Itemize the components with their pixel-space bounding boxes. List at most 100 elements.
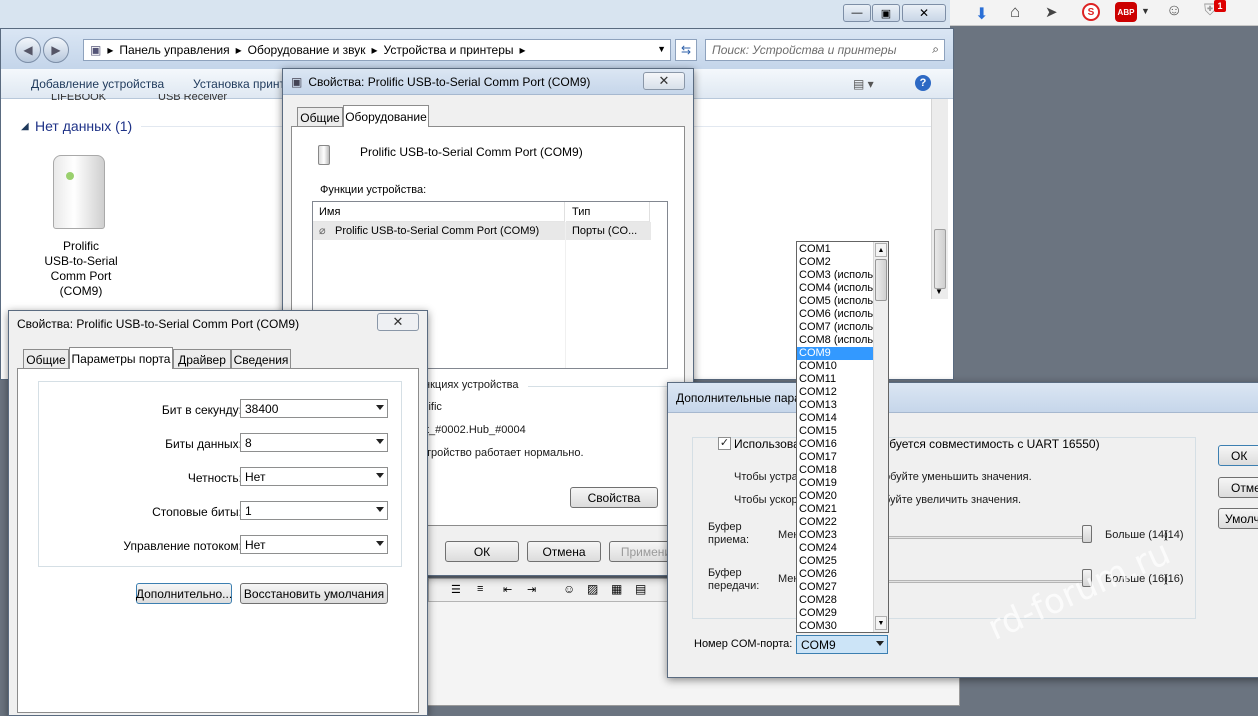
download-icon[interactable]: ⬇ [975,4,988,24]
com-port-option[interactable]: COM25 [797,555,873,568]
com-port-option[interactable]: COM18 [797,464,873,477]
gallery-icon[interactable]: ▦ [611,582,622,596]
cancel-button[interactable]: Отмена [527,541,601,562]
scroll-down-icon[interactable]: ▼ [935,287,943,296]
com-port-option[interactable]: COM16 [797,438,873,451]
fifo-checkbox[interactable]: ✓ [718,437,731,450]
dropdown-scrollbar[interactable]: ▲ ▼ [873,242,888,632]
help-icon[interactable]: ? [915,75,931,91]
com-port-option[interactable]: COM30 [797,620,873,632]
add-device-button[interactable]: Добавление устройства [31,77,164,91]
com-port-option[interactable]: COM3 (исполь [797,269,873,282]
com-port-option[interactable]: COM29 [797,607,873,620]
chevron-down-icon[interactable]: ▼ [1141,6,1150,16]
back-button[interactable]: ◀ [15,37,41,63]
list-number-icon[interactable]: ≡ [477,583,483,595]
com-port-option[interactable]: COM8 (исполь [797,334,873,347]
explorer-scrollbar[interactable]: ▼ [931,99,948,299]
home-icon[interactable]: ⌂ [1010,2,1020,22]
tab-details[interactable]: Сведения [231,349,291,369]
com-port-option[interactable]: COM9 [797,347,873,360]
com-port-option[interactable]: COM4 (исполь [797,282,873,295]
com-port-option[interactable]: COM24 [797,542,873,555]
com-port-option[interactable]: COM10 [797,360,873,373]
tab-general[interactable]: Общие [23,349,69,369]
scroll-down-icon[interactable]: ▼ [875,616,887,630]
refresh-button[interactable]: ⇆ [675,39,697,61]
slider-thumb[interactable] [1082,525,1092,543]
bits-per-second-select[interactable]: 38400 [240,399,388,418]
column-header-name[interactable]: Имя [313,202,565,222]
cancel-button[interactable]: Отме [1218,477,1258,498]
device-label[interactable]: Prolific USB-to-Serial Comm Port (COM9) [31,239,131,299]
com-port-option[interactable]: COM27 [797,581,873,594]
ok-button[interactable]: ОК [1218,445,1258,466]
table-icon[interactable]: ▤ [635,582,646,596]
tab-hardware[interactable]: Оборудование [343,105,429,127]
com-port-select[interactable]: COM9 [796,635,888,654]
com-port-option[interactable]: COM11 [797,373,873,386]
com-port-option[interactable]: COM1 [797,243,873,256]
image-icon[interactable]: ▨ [587,582,598,596]
search-input[interactable]: Поиск: Устройства и принтеры ⌕ [705,39,945,61]
close-button[interactable]: ✕ [902,4,946,22]
tab-driver[interactable]: Драйвер [173,349,231,369]
properties-button[interactable]: Свойства [570,487,658,508]
adblock-icon[interactable]: ABP [1115,2,1137,22]
scroll-up-icon[interactable]: ▲ [875,243,887,257]
group-header[interactable]: Нет данных (1) [35,118,132,134]
indent-icon[interactable]: ⇤ [503,583,512,596]
scrollbar-thumb[interactable] [934,229,946,289]
chat-icon[interactable]: ☺ [1166,2,1182,20]
com-port-option[interactable]: COM2 [797,256,873,269]
com-port-dropdown[interactable]: COM1 COM2 COM3 (исполь COM4 (исполь COM5 (ис… [796,241,889,633]
minimize-button[interactable]: — [843,4,871,22]
com-port-option[interactable]: COM15 [797,425,873,438]
column-header-type[interactable]: Тип [566,202,650,222]
com-port-option[interactable]: COM22 [797,516,873,529]
com-port-option[interactable]: COM17 [797,451,873,464]
address-bar[interactable]: ▣ ▸ Панель управления ▸ Оборудование и з… [83,39,671,61]
send-icon[interactable]: ➤ [1045,3,1058,21]
defaults-button[interactable]: Умолч [1218,508,1258,529]
flow-control-select[interactable]: Нет [240,535,388,554]
com-port-option[interactable]: COM5 (исполь [797,295,873,308]
data-bits-select[interactable]: 8 [240,433,388,452]
list-bullet-icon[interactable]: ☰ [451,583,461,596]
smiley-icon[interactable]: ☺ [563,582,575,596]
breadcrumb-item[interactable]: Панель управления [119,43,229,57]
ok-button[interactable]: ОК [445,541,519,562]
group-expand-icon[interactable]: ◢ [21,121,29,132]
address-dropdown-icon[interactable]: ▼ [657,44,666,54]
com-port-option[interactable]: COM20 [797,490,873,503]
com-port-option[interactable]: COM12 [797,386,873,399]
com-port-option[interactable]: COM23 [797,529,873,542]
parity-select[interactable]: Нет [240,467,388,486]
tab-general[interactable]: Общие [297,107,343,127]
breadcrumb-item[interactable]: Оборудование и звук [248,43,366,57]
com-port-option[interactable]: COM14 [797,412,873,425]
forward-button[interactable]: ▶ [43,37,69,63]
com-port-option[interactable]: COM28 [797,594,873,607]
com-port-option[interactable]: COM6 (исполь [797,308,873,321]
com-port-option[interactable]: COM21 [797,503,873,516]
com-port-option[interactable]: COM19 [797,477,873,490]
close-button[interactable]: ✕ [377,313,419,331]
outdent-icon[interactable]: ⇥ [527,583,536,596]
stop-bits-select[interactable]: 1 [240,501,388,520]
close-button[interactable]: ✕ [643,72,685,90]
device-icon[interactable] [53,155,105,229]
maximize-button[interactable]: ▣ [872,4,900,22]
com-port-option[interactable]: COM13 [797,399,873,412]
safe-icon[interactable]: S [1082,3,1100,21]
view-options-icon[interactable]: ▤ ▾ [853,77,874,91]
com-port-option[interactable]: COM26 [797,568,873,581]
add-printer-button[interactable]: Установка принт [193,77,285,91]
table-row[interactable]: ⌀ Prolific USB-to-Serial Comm Port (COM9… [313,222,651,240]
scrollbar-thumb[interactable] [875,259,887,301]
com-port-option[interactable]: COM7 (исполь [797,321,873,334]
advanced-button[interactable]: Дополнительно... [136,583,232,604]
breadcrumb-item[interactable]: Устройства и принтеры [384,43,514,57]
restore-defaults-button[interactable]: Восстановить умолчания [240,583,388,604]
tab-port-settings[interactable]: Параметры порта [69,347,173,369]
